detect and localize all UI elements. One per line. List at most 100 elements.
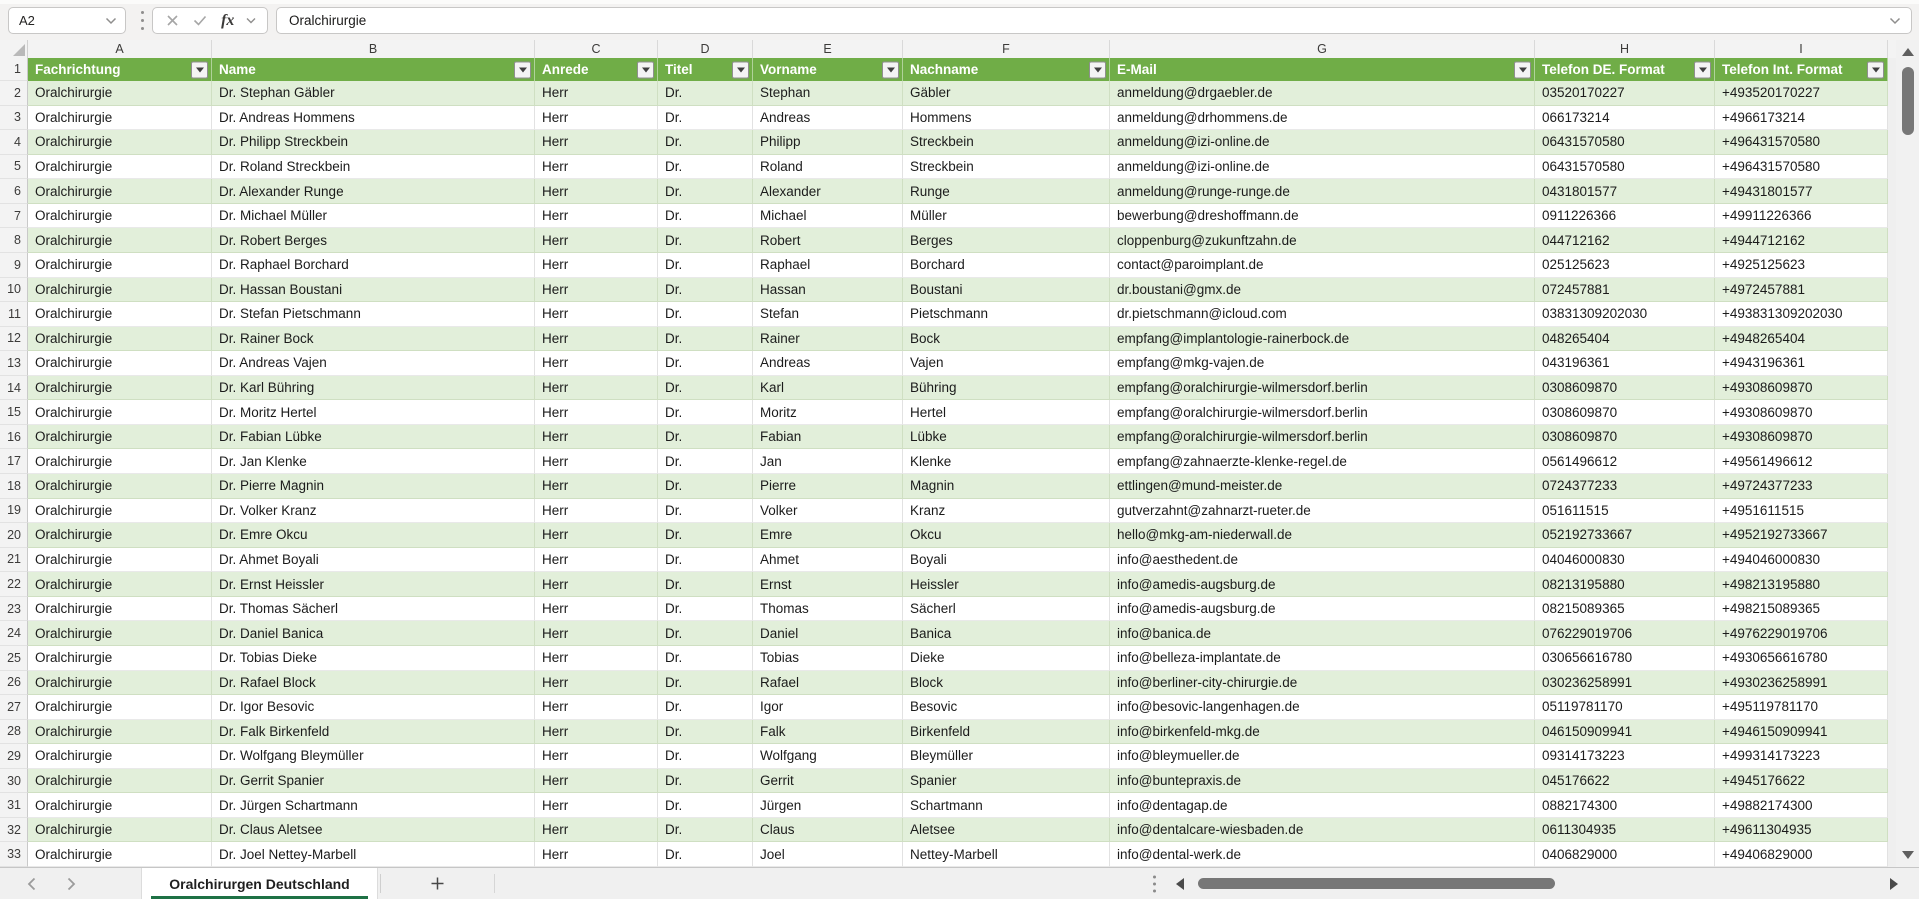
header-cell-telefon-int[interactable]: Telefon Int. Format	[1715, 58, 1888, 81]
cell-name[interactable]: Dr. Daniel Banica	[212, 621, 535, 646]
cell-anrede[interactable]: Herr	[535, 793, 658, 818]
cell-vorname[interactable]: Tobias	[753, 646, 903, 671]
filter-button[interactable]	[882, 61, 899, 78]
cell-titel[interactable]: Dr.	[658, 793, 753, 818]
cell-titel[interactable]: Dr.	[658, 278, 753, 303]
row-number[interactable]: 20	[0, 523, 28, 548]
cell-telefon-int[interactable]: +499314173223	[1715, 744, 1888, 769]
cell-email[interactable]: cloppenburg@zukunftzahn.de	[1110, 228, 1535, 253]
cell-name[interactable]: Dr. Hassan Boustani	[212, 278, 535, 303]
cell-email[interactable]: empfang@oralchirurgie-wilmersdorf.berlin	[1110, 400, 1535, 425]
cell-email[interactable]: info@dental-werk.de	[1110, 842, 1535, 867]
cell-telefon-de[interactable]: 030656616780	[1535, 646, 1715, 671]
cell-fachrichtung[interactable]: Oralchirurgie	[28, 155, 212, 180]
cell-name[interactable]: Dr. Karl Bühring	[212, 376, 535, 401]
cell-titel[interactable]: Dr.	[658, 769, 753, 794]
cell-nachname[interactable]: Berges	[903, 228, 1110, 253]
cell-fachrichtung[interactable]: Oralchirurgie	[28, 793, 212, 818]
cell-nachname[interactable]: Heissler	[903, 572, 1110, 597]
cell-email[interactable]: info@dentagap.de	[1110, 793, 1535, 818]
row-number[interactable]: 17	[0, 449, 28, 474]
cell-titel[interactable]: Dr.	[658, 228, 753, 253]
cell-email[interactable]: info@banica.de	[1110, 621, 1535, 646]
cell-nachname[interactable]: Sächerl	[903, 597, 1110, 622]
cell-fachrichtung[interactable]: Oralchirurgie	[28, 671, 212, 696]
cell-telefon-de[interactable]: 051611515	[1535, 499, 1715, 524]
cell-telefon-de[interactable]: 0724377233	[1535, 474, 1715, 499]
cell-fachrichtung[interactable]: Oralchirurgie	[28, 228, 212, 253]
filter-button[interactable]	[514, 61, 531, 78]
cell-telefon-de[interactable]: 0406829000	[1535, 842, 1715, 867]
cell-anrede[interactable]: Herr	[535, 351, 658, 376]
cancel-entry-icon[interactable]	[162, 10, 184, 32]
cell-fachrichtung[interactable]: Oralchirurgie	[28, 253, 212, 278]
cell-name[interactable]: Dr. Andreas Hommens	[212, 106, 535, 131]
cell-nachname[interactable]: Okcu	[903, 523, 1110, 548]
cell-telefon-de[interactable]: 06431570580	[1535, 130, 1715, 155]
cell-titel[interactable]: Dr.	[658, 204, 753, 229]
cell-anrede[interactable]: Herr	[535, 179, 658, 204]
cell-telefon-de[interactable]: 0308609870	[1535, 400, 1715, 425]
cell-titel[interactable]: Dr.	[658, 744, 753, 769]
cell-nachname[interactable]: Müller	[903, 204, 1110, 229]
cell-telefon-int[interactable]: +49431801577	[1715, 179, 1888, 204]
cell-telefon-de[interactable]: 0308609870	[1535, 376, 1715, 401]
cell-fachrichtung[interactable]: Oralchirurgie	[28, 130, 212, 155]
cell-titel[interactable]: Dr.	[658, 106, 753, 131]
cell-name[interactable]: Dr. Pierre Magnin	[212, 474, 535, 499]
cell-email[interactable]: info@berliner-city-chirurgie.de	[1110, 671, 1535, 696]
cell-telefon-de[interactable]: 072457881	[1535, 278, 1715, 303]
cell-anrede[interactable]: Herr	[535, 671, 658, 696]
cell-anrede[interactable]: Herr	[535, 449, 658, 474]
cell-telefon-de[interactable]: 076229019706	[1535, 621, 1715, 646]
cell-name[interactable]: Dr. Tobias Dieke	[212, 646, 535, 671]
cell-anrede[interactable]: Herr	[535, 523, 658, 548]
row-number[interactable]: 13	[0, 351, 28, 376]
row-number[interactable]: 32	[0, 818, 28, 843]
formula-bar-input[interactable]: Oralchirurgie	[276, 7, 1912, 34]
cell-telefon-int[interactable]: +4952192733667	[1715, 523, 1888, 548]
cell-email[interactable]: empfang@mkg-vajen.de	[1110, 351, 1535, 376]
cell-anrede[interactable]: Herr	[535, 720, 658, 745]
cell-titel[interactable]: Dr.	[658, 499, 753, 524]
name-box-resize-handle[interactable]	[138, 11, 146, 30]
cell-vorname[interactable]: Jürgen	[753, 793, 903, 818]
function-menu-chevron-icon[interactable]	[244, 10, 258, 32]
header-cell-fachrichtung[interactable]: Fachrichtung	[28, 58, 212, 81]
cell-anrede[interactable]: Herr	[535, 842, 658, 867]
cell-email[interactable]: info@besovic-langenhagen.de	[1110, 695, 1535, 720]
row-number[interactable]: 19	[0, 499, 28, 524]
cell-anrede[interactable]: Herr	[535, 744, 658, 769]
cell-vorname[interactable]: Michael	[753, 204, 903, 229]
cell-nachname[interactable]: Streckbein	[903, 155, 1110, 180]
row-number[interactable]: 22	[0, 572, 28, 597]
cell-nachname[interactable]: Lübke	[903, 425, 1110, 450]
cell-anrede[interactable]: Herr	[535, 425, 658, 450]
cell-titel[interactable]: Dr.	[658, 179, 753, 204]
cell-fachrichtung[interactable]: Oralchirurgie	[28, 842, 212, 867]
row-number[interactable]: 28	[0, 720, 28, 745]
cell-vorname[interactable]: Jan	[753, 449, 903, 474]
cell-telefon-int[interactable]: +494046000830	[1715, 548, 1888, 573]
horizontal-scrollbar-thumb[interactable]	[1198, 878, 1555, 889]
cell-vorname[interactable]: Wolfgang	[753, 744, 903, 769]
cell-nachname[interactable]: Gäbler	[903, 81, 1110, 106]
cell-nachname[interactable]: Aletsee	[903, 818, 1110, 843]
cell-telefon-int[interactable]: +4925125623	[1715, 253, 1888, 278]
row-number[interactable]: 21	[0, 548, 28, 573]
cell-telefon-de[interactable]: 0882174300	[1535, 793, 1715, 818]
confirm-entry-icon[interactable]	[189, 10, 211, 32]
cell-vorname[interactable]: Moritz	[753, 400, 903, 425]
cell-email[interactable]: anmeldung@runge-runge.de	[1110, 179, 1535, 204]
cell-name[interactable]: Dr. Stefan Pietschmann	[212, 302, 535, 327]
column-letter-h[interactable]: H	[1535, 40, 1715, 58]
cell-anrede[interactable]: Herr	[535, 818, 658, 843]
cell-telefon-int[interactable]: +49611304935	[1715, 818, 1888, 843]
next-sheet-button[interactable]	[61, 874, 81, 894]
cell-fachrichtung[interactable]: Oralchirurgie	[28, 278, 212, 303]
cell-anrede[interactable]: Herr	[535, 81, 658, 106]
header-cell-email[interactable]: E-Mail	[1110, 58, 1535, 81]
row-number[interactable]: 4	[0, 130, 28, 155]
column-letter-a[interactable]: A	[28, 40, 212, 58]
cell-telefon-de[interactable]: 0308609870	[1535, 425, 1715, 450]
